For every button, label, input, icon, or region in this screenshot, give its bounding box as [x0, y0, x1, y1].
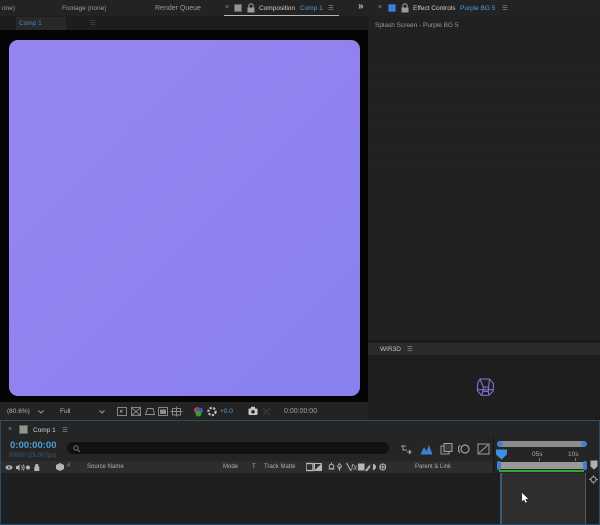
svg-text:fx: fx	[351, 463, 358, 472]
